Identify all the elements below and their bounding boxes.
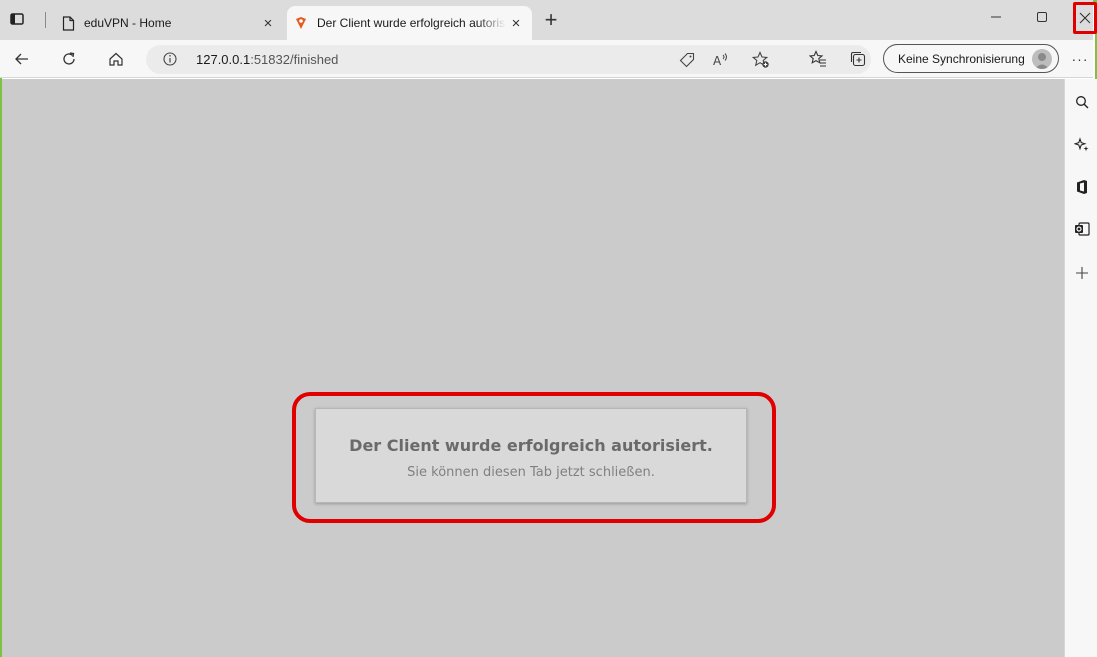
tab-separator xyxy=(45,12,46,28)
navigation-toolbar: 127.0.0.1:51832/finished A Keine Synchro… xyxy=(0,40,1093,78)
success-message: Sie können diesen Tab jetzt schließen. xyxy=(407,465,655,480)
collections-icon[interactable] xyxy=(845,46,871,72)
sync-label: Keine Synchronisierung xyxy=(898,51,1025,66)
address-bar[interactable]: 127.0.0.1:51832/finished A xyxy=(146,45,871,74)
add-favorite-icon[interactable] xyxy=(751,50,771,70)
info-icon[interactable] xyxy=(162,51,178,67)
tab-authorized[interactable]: Der Client wurde erfolgreich autorisiert… xyxy=(287,6,532,40)
svg-text:A: A xyxy=(713,54,722,68)
success-card: Der Client wurde erfolgreich autorisiert… xyxy=(315,408,747,503)
tab-close-icon[interactable]: × xyxy=(258,13,278,33)
success-heading: Der Client wurde erfolgreich autorisiert… xyxy=(349,436,713,455)
home-icon[interactable] xyxy=(103,46,129,72)
tab-strip: eduVPN - Home × Der Client wurde erfolgr… xyxy=(0,0,1097,40)
tab-actions-icon[interactable] xyxy=(6,8,28,30)
back-icon[interactable] xyxy=(9,46,35,72)
url-text[interactable]: 127.0.0.1:51832/finished xyxy=(196,52,338,67)
url-path: :51832/finished xyxy=(250,52,339,67)
tab-close-icon[interactable]: × xyxy=(506,13,526,33)
sync-button[interactable]: Keine Synchronisierung xyxy=(883,44,1059,73)
shopping-tag-icon[interactable] xyxy=(677,50,697,70)
office-icon[interactable] xyxy=(1072,177,1092,197)
maximize-icon[interactable] xyxy=(1020,0,1064,34)
url-host: 127.0.0.1 xyxy=(196,52,251,67)
eduvpn-favicon-icon xyxy=(293,15,309,31)
tab-title: eduVPN - Home xyxy=(84,16,172,30)
refresh-icon[interactable] xyxy=(56,46,82,72)
avatar xyxy=(1032,49,1052,69)
page-content xyxy=(2,79,1064,657)
tab-title: Der Client wurde erfolgreich autorisiert xyxy=(317,16,506,30)
tab-eduvpn-home[interactable]: eduVPN - Home × xyxy=(54,6,284,40)
page-icon xyxy=(60,15,76,31)
add-icon[interactable] xyxy=(1072,263,1092,283)
edge-sidebar xyxy=(1064,79,1097,657)
read-aloud-icon[interactable]: A xyxy=(711,50,731,70)
search-icon[interactable] xyxy=(1072,92,1092,112)
new-tab-button[interactable]: + xyxy=(538,7,564,32)
copilot-icon[interactable] xyxy=(1072,135,1092,155)
close-window-icon[interactable] xyxy=(1073,2,1097,34)
favorites-icon[interactable] xyxy=(805,46,831,72)
outlook-icon[interactable] xyxy=(1072,219,1092,239)
minimize-icon[interactable] xyxy=(974,0,1018,34)
more-options-button[interactable]: ··· xyxy=(1068,48,1092,70)
